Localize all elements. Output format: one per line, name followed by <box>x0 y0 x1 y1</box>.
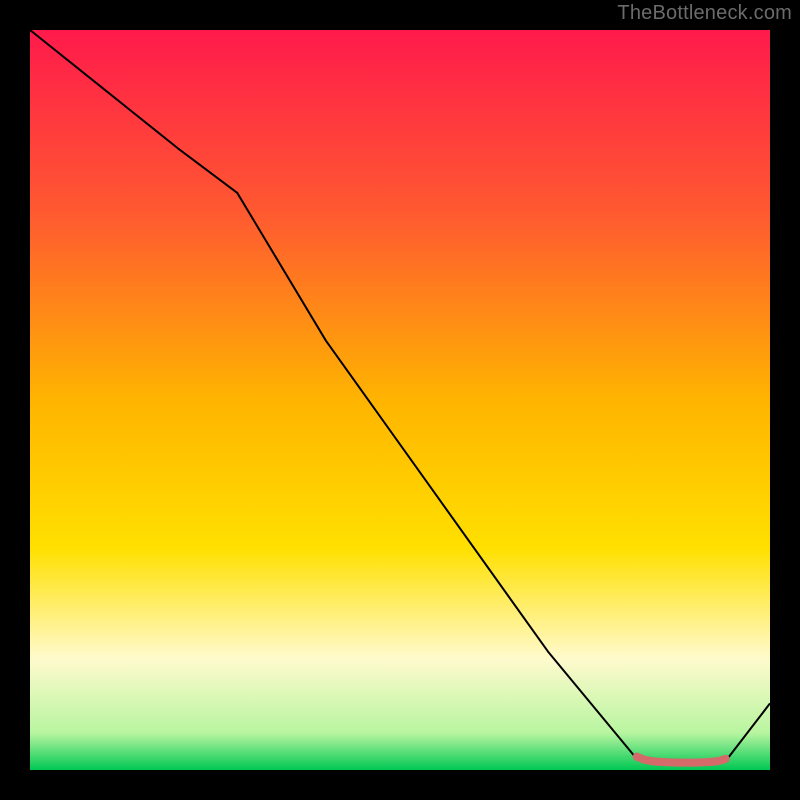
plot-area <box>30 30 770 770</box>
highlight-dot <box>707 758 715 766</box>
highlight-dot <box>640 756 648 764</box>
highlight-dot <box>648 757 656 765</box>
highlight-dot <box>692 759 700 767</box>
highlight-dot <box>633 753 641 761</box>
highlight-dot <box>722 755 730 763</box>
chart-svg <box>30 30 770 770</box>
chart-background <box>30 30 770 770</box>
highlight-dot <box>714 757 722 765</box>
highlight-dot <box>674 759 682 767</box>
highlight-dot <box>655 758 663 766</box>
attribution-text: TheBottleneck.com <box>617 2 792 25</box>
chart-frame: TheBottleneck.com <box>0 0 800 800</box>
